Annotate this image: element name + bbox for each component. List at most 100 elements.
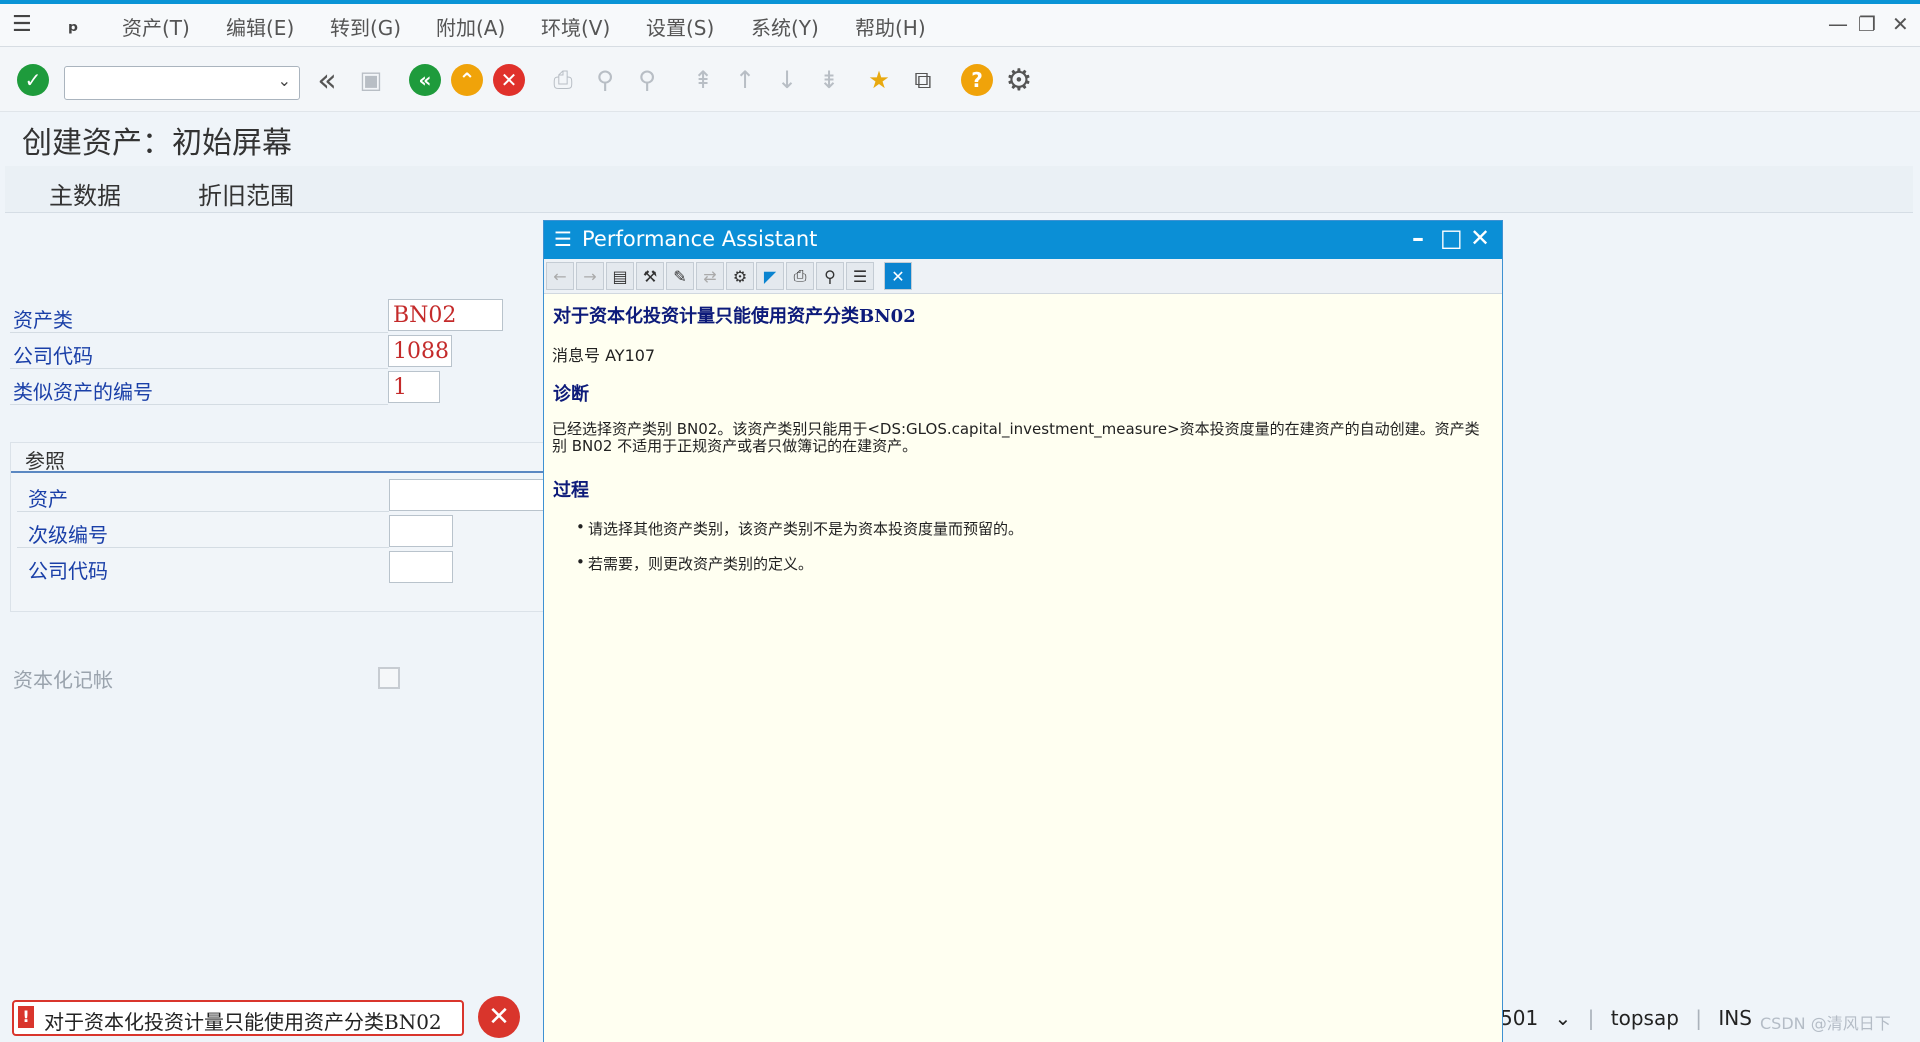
tab-strip: 主数据 折旧范围 (5, 166, 1913, 213)
dialog-toolbar: ← → ▤ ⚒ ✎ ⇄ ⚙ ◤ ⎙ ⚲ ☰ ✕ (544, 259, 1502, 294)
new-session-icon[interactable]: ★ (862, 63, 896, 97)
first-page-icon[interactable]: ⇞ (686, 63, 720, 97)
reference-subnumber-input[interactable] (389, 515, 453, 547)
tab-master-data[interactable]: 主数据 (49, 176, 121, 211)
error-icon: ! (18, 1006, 34, 1028)
find-icon[interactable]: ⚲ (588, 63, 622, 97)
list-icon[interactable]: ☰ (846, 262, 874, 290)
check-icon: ✓ (17, 64, 49, 96)
shortcut-icon[interactable]: ⧉ (906, 63, 940, 97)
find-icon[interactable]: ⚲ (816, 262, 844, 290)
collapse-toolbar-icon[interactable]: « (310, 61, 344, 99)
edit-document-icon[interactable]: ✎ (666, 262, 694, 290)
user-settings-icon[interactable]: ⚙ (726, 262, 754, 290)
procedure-item: 请选择其他资产类别，该资产类别不是为资本投资度量而预留的。 (576, 518, 1023, 539)
page-title: 创建资产：初始屏幕 (22, 126, 292, 161)
dialog-body: 对于资本化投资计量只能使用资产分类BN02 消息号 AY107 诊断 已经选择资… (544, 294, 1502, 1042)
message-heading: 对于资本化投资计量只能使用资产分类BN02 (553, 306, 916, 327)
separator: | (1587, 1006, 1595, 1030)
menu-extras[interactable]: 附加(A) (436, 12, 505, 41)
reference-asset-label: 资产 (28, 487, 68, 511)
menu-system[interactable]: 系统(Y) (751, 12, 819, 41)
menu-help[interactable]: 帮助(H) (855, 12, 926, 41)
command-field[interactable]: ⌄ (64, 66, 300, 100)
find-next-icon[interactable]: ⚲ (630, 63, 664, 97)
next-page-icon[interactable]: ↓ (770, 63, 804, 97)
menu-settings[interactable]: 设置(S) (646, 12, 714, 41)
client-number[interactable]: 501 (1500, 1006, 1538, 1030)
dialog-minimize-icon[interactable]: – (1412, 224, 1424, 252)
cancel-icon: ✕ (493, 64, 525, 96)
save-icon[interactable]: ▣ (354, 63, 388, 97)
close-window-icon[interactable]: ✕ (1892, 12, 1909, 36)
gear-icon[interactable]: ⚙ (1002, 63, 1036, 98)
capitalization-label: 资本化记帐 (13, 668, 113, 692)
forward-arrow-icon[interactable]: → (576, 262, 604, 290)
close-icon[interactable]: ✕ (884, 262, 912, 290)
menu-asset[interactable]: 资产(T) (122, 12, 190, 41)
close-message-icon[interactable]: ✕ (478, 996, 520, 1038)
company-code-input[interactable]: 1088 (388, 335, 452, 367)
separator: | (1695, 1006, 1703, 1030)
dialog-title-bar: ☰ Performance Assistant – □ ✕ (544, 221, 1502, 259)
enter-button[interactable]: ✓ (16, 63, 50, 97)
reference-group-title: 参照 (11, 443, 546, 473)
watermark: CSDN @清风日下 (1760, 1014, 1891, 1033)
reference-company-code-input[interactable] (389, 551, 453, 583)
message-number: 消息号 AY107 (552, 346, 656, 365)
menu-icon[interactable]: ☰ (12, 12, 32, 37)
dialog-menu-icon[interactable]: ☰ (554, 227, 572, 251)
bookmark-icon[interactable]: ◤ (756, 262, 784, 290)
menu-bar: ☰ ₚ 资产(T) 编辑(E) 转到(G) 附加(A) 环境(V) 设置(S) … (0, 4, 1920, 47)
tab-depreciation-areas[interactable]: 折旧范围 (198, 176, 294, 211)
asset-class-input[interactable]: BN02 (388, 299, 503, 331)
capitalization-checkbox[interactable] (378, 667, 400, 689)
reference-asset-input[interactable] (389, 479, 546, 511)
system-name: topsap (1610, 1006, 1679, 1030)
dialog-close-icon[interactable]: ✕ (1470, 224, 1490, 252)
cancel-button[interactable]: ✕ (492, 63, 526, 97)
diagnosis-text: 已经选择资产类别 BN02。该资产类别只能用于<DS:GLOS.capital_… (552, 420, 1480, 455)
last-page-icon[interactable]: ⇟ (812, 63, 846, 97)
reference-group-title-text: 参照 (25, 449, 65, 473)
menu-edit[interactable]: 编辑(E) (226, 12, 294, 41)
exit-icon: ⌃ (451, 64, 483, 96)
help-button[interactable]: ? (960, 63, 994, 97)
sap-logo-icon[interactable]: ₚ (68, 12, 79, 37)
compare-icon[interactable]: ⇄ (696, 262, 724, 290)
reference-company-code-label: 公司代码 (28, 559, 108, 583)
chevron-down-icon[interactable]: ⌄ (278, 71, 291, 90)
insert-mode[interactable]: INS (1718, 1006, 1752, 1030)
previous-page-icon[interactable]: ↑ (728, 63, 762, 97)
menu-goto[interactable]: 转到(G) (330, 12, 401, 41)
chevron-down-icon[interactable]: ⌄ (1555, 1006, 1572, 1030)
print-icon[interactable]: ⎙ (786, 262, 814, 290)
menu-environment[interactable]: 环境(V) (541, 12, 610, 41)
divider (10, 404, 388, 405)
performance-assistant-dialog: ☰ Performance Assistant – □ ✕ ← → ▤ ⚒ ✎ … (543, 220, 1503, 1042)
system-info: 501 ⌄ | topsap | INS (1500, 1006, 1762, 1030)
divider (17, 511, 389, 512)
reference-group: 参照 资产 次级编号 公司代码 (10, 442, 547, 612)
back-icon: « (409, 64, 441, 96)
divider (10, 368, 388, 369)
similar-assets-input[interactable]: 1 (388, 371, 440, 403)
dialog-maximize-icon[interactable]: □ (1440, 224, 1463, 252)
document-icon[interactable]: ▤ (606, 262, 634, 290)
print-icon[interactable]: ⎙ (546, 63, 580, 97)
procedure-item: 若需要，则更改资产类别的定义。 (576, 553, 813, 574)
status-message[interactable]: ! 对于资本化投资计量只能使用资产分类BN02 (12, 1000, 464, 1036)
procedure-heading: 过程 (553, 480, 589, 501)
help-icon: ? (961, 64, 993, 96)
asset-class-label: 资产类 (13, 308, 73, 332)
back-arrow-icon[interactable]: ← (546, 262, 574, 290)
toolbar: ✓ ⌄ « ▣ « ⌃ ✕ ⎙ ⚲ ⚲ ⇞ ↑ ↓ ⇟ ★ ⧉ ? ⚙ (0, 47, 1920, 112)
divider (17, 547, 389, 548)
back-button[interactable]: « (408, 63, 442, 97)
technical-info-icon[interactable]: ⚒ (636, 262, 664, 290)
minimize-icon[interactable]: — (1828, 12, 1848, 36)
diagnosis-heading: 诊断 (553, 384, 589, 405)
restore-icon[interactable]: ❐ (1858, 12, 1876, 36)
exit-button[interactable]: ⌃ (450, 63, 484, 97)
similar-assets-label: 类似资产的编号 (13, 380, 153, 404)
